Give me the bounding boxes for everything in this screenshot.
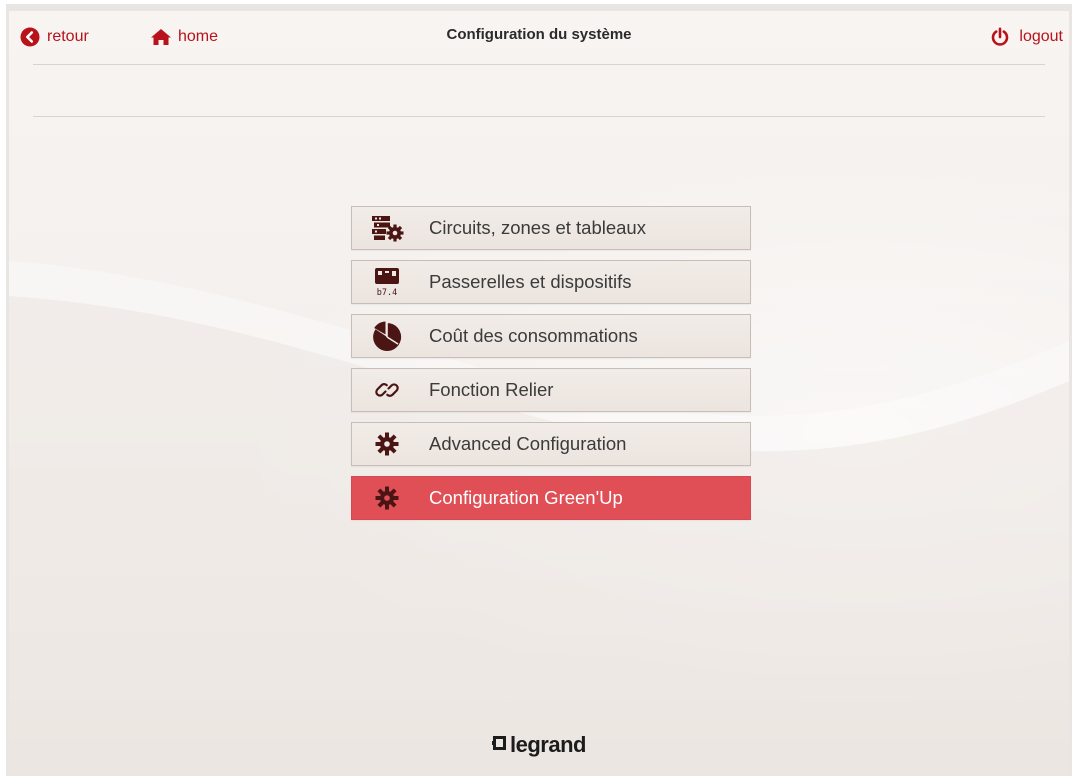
menu-item-greenup-configuration[interactable]: Configuration Green'Up [351,476,751,520]
menu-item-label: Circuits, zones et tableaux [429,217,646,238]
meter-display-icon: b7.4 [369,264,405,300]
brand-name: legrand [510,732,586,757]
pie-chart-icon [369,318,405,354]
menu-item-gateways[interactable]: b7.4 Passerelles et dispositifs [351,260,751,304]
logout-link[interactable]: logout [989,26,1063,48]
gear-icon [369,426,405,462]
menu-item-label: Advanced Configuration [429,433,627,454]
brand-logo: legrand [9,732,1069,758]
meter-display-text: b7.4 [377,288,397,298]
header-divider [33,64,1045,65]
power-icon [989,26,1011,48]
subheader-divider [33,116,1045,117]
menu-item-consumption-cost[interactable]: Coût des consommations [351,314,751,358]
main-panel: retour home Configuration du système log… [9,11,1069,775]
menu-item-label: Coût des consommations [429,325,638,346]
app-frame: retour home Configuration du système log… [6,4,1072,776]
page-title: Configuration du système [446,26,632,43]
gear-icon [369,480,405,516]
config-menu: Circuits, zones et tableaux b7.4 Passere… [351,206,751,530]
circuit-panel-gear-icon [369,210,405,246]
menu-item-link-function[interactable]: Fonction Relier [351,368,751,412]
menu-item-advanced-configuration[interactable]: Advanced Configuration [351,422,751,466]
legrand-logo-icon [492,735,510,756]
menu-item-label: Fonction Relier [429,379,554,400]
menu-item-label: Passerelles et dispositifs [429,271,632,292]
link-icon [369,372,405,408]
logout-label: logout [1019,28,1063,45]
menu-item-circuits[interactable]: Circuits, zones et tableaux [351,206,751,250]
menu-item-label: Configuration Green'Up [429,487,623,508]
